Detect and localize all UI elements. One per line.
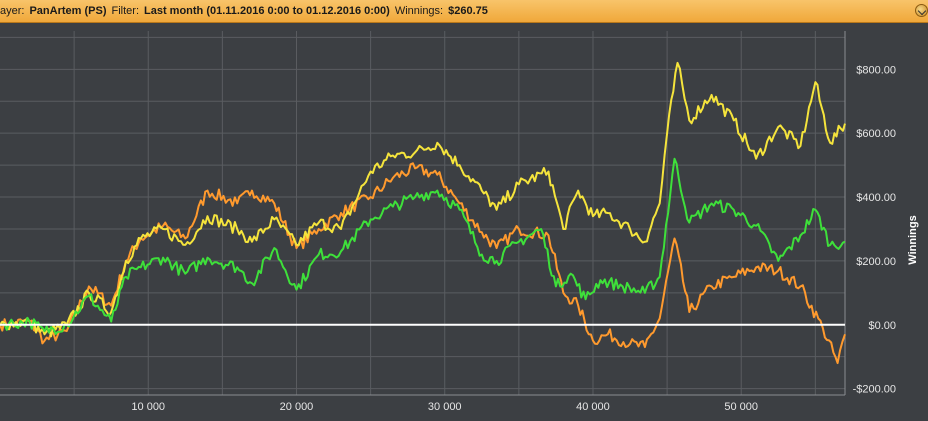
- y-tick-label: $200.00: [856, 256, 896, 268]
- y-tick-label: $600.00: [856, 128, 896, 140]
- player-label: ayer:: [0, 5, 25, 17]
- x-tick-label: 50 000: [724, 401, 758, 413]
- filter-value: Last month (01.11.2016 0:00 to 01.12.201…: [144, 5, 390, 17]
- y-tick-label: $800.00: [856, 64, 896, 76]
- x-tick-label: 40 000: [576, 401, 610, 413]
- filter-label: Filter:: [111, 5, 140, 17]
- y-tick-label: $400.00: [856, 192, 896, 204]
- player-value: PanArtem (PS): [29, 5, 107, 17]
- chart-title-bar: ayer: PanArtem (PS) Filter: Last month (01.…: [0, 0, 928, 23]
- plot-background: [0, 23, 928, 421]
- chevron-down-icon[interactable]: [915, 4, 928, 17]
- y-axis-label: Winnings: [907, 215, 919, 264]
- winnings-chart: 10 000 20 000 30 000 40 000 50 000 $800.00 $6…: [0, 23, 928, 421]
- y-tick-label: -$200.00: [853, 384, 896, 396]
- x-tick-label: 20 000: [280, 401, 314, 413]
- winnings-value: $260.75: [448, 5, 488, 17]
- x-tick-label: 30 000: [428, 401, 462, 413]
- x-tick-label: 10 000: [131, 401, 165, 413]
- y-tick-label: $0.00: [868, 320, 896, 332]
- winnings-label: Winnings:: [394, 5, 444, 17]
